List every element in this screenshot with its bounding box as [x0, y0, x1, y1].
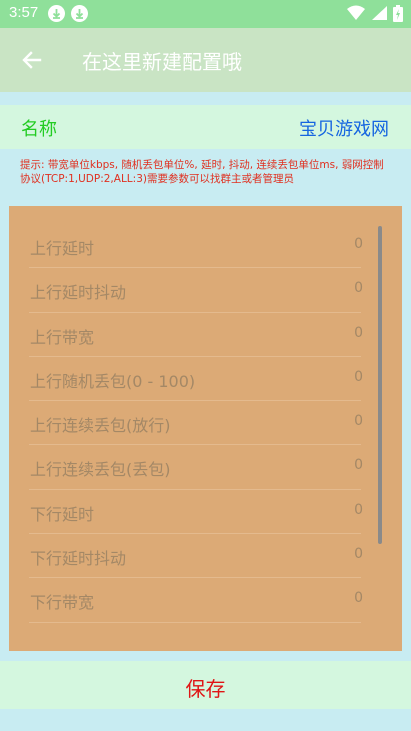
setting-value[interactable]: 0 — [354, 236, 363, 252]
hint-text: 提示: 带宽单位kbps, 随机丢包单位%, 延时, 抖动, 连续丢包单位ms,… — [20, 159, 384, 185]
status-bar: 3:57 — [0, 0, 411, 28]
list-item[interactable]: 上行连续丢包(放行) 0 — [29, 401, 363, 446]
list-item[interactable]: 下行延时抖动 0 — [29, 534, 363, 579]
setting-label: 下行延时抖动 — [30, 549, 127, 569]
setting-value[interactable]: 0 — [354, 590, 363, 606]
setting-label: 上行延时 — [30, 239, 95, 258]
setting-value[interactable]: 0 — [354, 413, 363, 429]
list-item[interactable]: 上行延时 0 — [29, 224, 363, 269]
arrow-left-icon[interactable] — [20, 48, 44, 72]
setting-value[interactable]: 0 — [354, 546, 363, 562]
setting-value[interactable]: 0 — [354, 369, 363, 385]
setting-value[interactable]: 0 — [354, 502, 363, 518]
list-item[interactable]: 下行带宽 0 — [29, 578, 363, 623]
app-bar: 在这里新建配置哦 — [0, 28, 411, 92]
list-item[interactable]: 上行随机丢包(0 - 100) 0 — [29, 357, 363, 402]
setting-label: 上行连续丢包(丢包) — [30, 460, 171, 480]
list-item[interactable]: 上行延时抖动 0 — [29, 268, 363, 313]
name-value[interactable]: 宝贝游戏网 — [299, 115, 389, 141]
signal-icon — [371, 5, 387, 26]
name-label: 名称 — [21, 119, 57, 140]
list-item[interactable]: 下行延时 0 — [29, 490, 363, 535]
setting-value[interactable]: 0 — [354, 280, 363, 296]
setting-label: 上行随机丢包(0 - 100) — [30, 371, 196, 391]
list-item[interactable]: 上行带宽 0 — [29, 313, 363, 357]
setting-label: 下行带宽 — [30, 593, 95, 613]
save-button-label: 保存 — [185, 677, 226, 701]
download-icon — [48, 5, 65, 22]
setting-value[interactable]: 0 — [354, 325, 363, 341]
settings-list[interactable]: 上行延时 0 上行延时抖动 0 上行带宽 0 上行随机丢包(0 - 100) 0… — [29, 224, 363, 623]
settings-panel[interactable]: 上行延时 0 上行延时抖动 0 上行带宽 0 上行随机丢包(0 - 100) 0… — [9, 206, 402, 651]
setting-label: 上行带宽 — [30, 327, 95, 347]
setting-label: 下行延时 — [30, 504, 95, 524]
save-button[interactable]: 保存 — [0, 661, 411, 709]
page-title: 在这里新建配置哦 — [82, 50, 242, 74]
setting-label: 上行连续丢包(放行) — [30, 416, 171, 436]
scrollbar[interactable] — [378, 226, 382, 544]
setting-value[interactable]: 0 — [354, 457, 363, 473]
list-item[interactable]: 上行连续丢包(丢包) 0 — [29, 445, 363, 490]
status-time: 3:57 — [9, 4, 39, 21]
setting-label: 上行延时抖动 — [30, 283, 127, 303]
config-name-row[interactable]: 名称 宝贝游戏网 — [0, 105, 411, 149]
wifi-icon — [347, 5, 365, 26]
battery-charging-icon — [393, 5, 403, 26]
download-icon — [71, 5, 88, 22]
